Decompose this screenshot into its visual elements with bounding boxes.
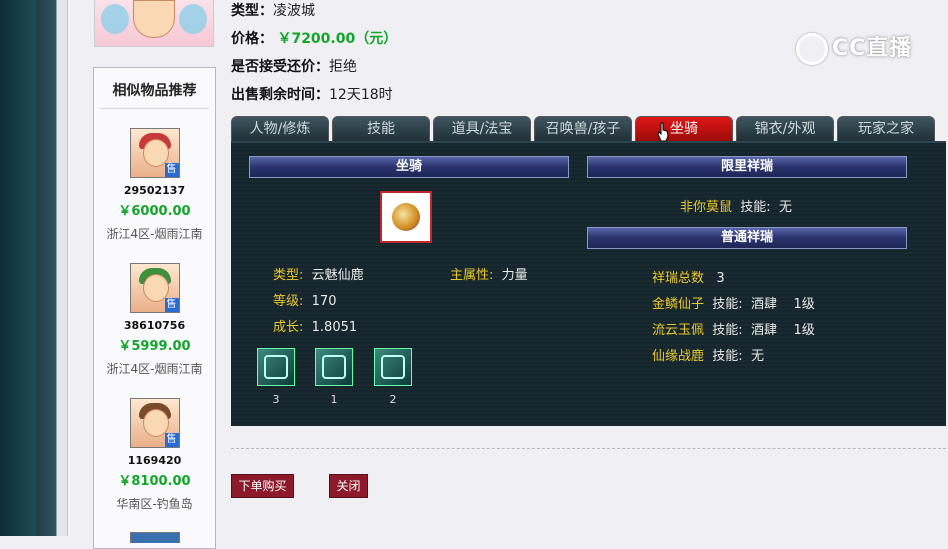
normal-item-name: 仙缘战鹿 (652, 349, 705, 364)
list-item[interactable]: 售 1169420 ￥8100.00 华南区-钓鱼岛 (94, 398, 215, 512)
item-thumbnail[interactable]: 售 (129, 128, 180, 178)
normal-item-name: 金鳞仙子 (652, 297, 705, 312)
normal-header: 普通祥瑞 (587, 227, 907, 249)
item-remaining-row: 出售剩余时间：12天18时 (231, 84, 393, 104)
limited-row: 非你莫鼠 技能: 无 (680, 196, 792, 215)
mount-panel: 坐骑 限里祥瑞 非你莫鼠 技能: 无 普通祥瑞 类型: 云魅仙鹿 主属性: 力量… (231, 141, 946, 426)
mount-skill-icon[interactable] (315, 348, 353, 386)
detail-tabs: 人物/修炼 技能 道具/法宝 召唤兽/孩子 坐骑 锦衣/外观 玩家之家 (231, 116, 937, 142)
item-price: ￥5999.00 (118, 339, 191, 354)
close-button[interactable]: 关闭 (329, 474, 368, 498)
tab-pets[interactable]: 召唤兽/孩子 (534, 116, 632, 141)
skill-level: 3 (272, 393, 280, 406)
item-thumbnail[interactable]: 售 (129, 263, 180, 313)
mount-portrait-icon[interactable] (380, 191, 432, 243)
normal-total-label: 祥瑞总数 (652, 271, 705, 286)
normal-item-row: 仙缘战鹿 技能: 无 (652, 345, 764, 364)
mount-growth-row: 成长: 1.8051 (273, 316, 357, 335)
normal-item-skill-label: 技能: (712, 297, 743, 312)
mount-skill-icon[interactable] (257, 348, 295, 386)
mount-attr-label: 主属性: (450, 268, 494, 283)
type-value: 凌波城 (273, 3, 315, 19)
buy-button[interactable]: 下单购买 (231, 474, 294, 498)
left-frame-inner (36, 0, 57, 536)
normal-item-level: 1级 (793, 323, 815, 338)
tab-mount[interactable]: 坐骑 (635, 116, 733, 141)
item-server: 华南区-钓鱼岛 (116, 497, 193, 511)
normal-item-skill: 酒肆 (750, 297, 777, 312)
item-thumbnail[interactable]: 售 (129, 398, 180, 448)
sale-badge: 售 (164, 163, 179, 177)
normal-item-row: 金鳞仙子 技能: 酒肆 1级 (652, 293, 815, 312)
similar-items-sidebar: 相似物品推荐 售 29502137 ￥6000.00 浙江4区-烟雨江南 售 3… (93, 67, 216, 549)
stream-watermark: CC直播 (796, 30, 912, 65)
skill-level: 1 (330, 393, 338, 406)
normal-item-row: 流云玉佩 技能: 酒肆 1级 (652, 319, 815, 338)
watermark-text: CC直播 (832, 36, 913, 61)
limited-header: 限里祥瑞 (587, 156, 907, 178)
mount-type-label: 类型: (273, 268, 304, 283)
item-id: 29502137 (123, 184, 186, 197)
item-id: 38610756 (123, 319, 186, 332)
mount-type-value: 云魅仙鹿 (311, 268, 364, 283)
sidebar-title: 相似物品推荐 (100, 68, 209, 109)
normal-item-skill: 酒肆 (750, 323, 777, 338)
sale-badge: 售 (164, 298, 179, 312)
item-type-row: 类型：凌波城 (231, 0, 315, 20)
mount-level-label: 等级: (273, 294, 304, 309)
section-divider (231, 448, 946, 449)
mount-type-row: 类型: 云魅仙鹿 (273, 264, 364, 283)
mount-header: 坐骑 (249, 156, 569, 178)
price-label: 价格： (231, 31, 273, 47)
mount-level-value: 170 (311, 294, 337, 309)
normal-item-level: 1级 (793, 297, 815, 312)
list-item[interactable]: 售 38610756 ￥5999.00 浙江4区-烟雨江南 (94, 263, 215, 377)
remaining-value: 12天18时 (329, 87, 393, 103)
item-price: ￥6000.00 (118, 204, 191, 219)
left-frame-gutter (57, 0, 68, 536)
item-server: 浙江4区-烟雨江南 (106, 362, 203, 376)
mount-attr-row: 主属性: 力量 (450, 264, 528, 283)
item-server: 浙江4区-烟雨江南 (106, 227, 203, 241)
limited-skill-value: 无 (778, 200, 792, 215)
mount-growth-value: 1.8051 (311, 320, 358, 335)
tab-items[interactable]: 道具/法宝 (433, 116, 531, 141)
tab-character[interactable]: 人物/修炼 (231, 116, 329, 141)
limited-skill-label: 技能: (740, 200, 771, 215)
tab-outfits[interactable]: 锦衣/外观 (736, 116, 834, 141)
item-price-row: 价格： ￥7200.00（元） (231, 28, 397, 48)
limited-name: 非你莫鼠 (680, 200, 733, 215)
bargain-value: 拒绝 (329, 59, 357, 75)
hand-cursor-icon (657, 122, 669, 142)
tab-skills[interactable]: 技能 (332, 116, 430, 141)
normal-item-skill-label: 技能: (712, 323, 743, 338)
mount-level-row: 等级: 170 (273, 290, 336, 309)
sale-badge: 售 (164, 433, 179, 447)
list-item[interactable]: 售 29502137 ￥6000.00 浙江4区-烟雨江南 (94, 128, 215, 242)
item-id: 1169420 (127, 454, 182, 467)
type-label: 类型： (231, 3, 273, 19)
list-item-partial[interactable] (130, 532, 180, 543)
remaining-label: 出售剩余时间： (231, 87, 329, 103)
left-frame (0, 0, 36, 536)
mount-skill-icon[interactable] (374, 348, 412, 386)
mount-attr-value: 力量 (501, 268, 528, 283)
price-value: ￥7200.00（元） (277, 31, 398, 47)
mount-growth-label: 成长: (273, 320, 304, 335)
tab-player-home[interactable]: 玩家之家 (837, 116, 935, 141)
normal-item-skill-label: 技能: (712, 349, 743, 364)
normal-item-skill: 无 (750, 349, 764, 364)
normal-item-name: 流云玉佩 (652, 323, 705, 338)
item-price: ￥8100.00 (118, 474, 191, 489)
normal-total-value: 3 (716, 271, 725, 286)
normal-total-row: 祥瑞总数 3 (652, 267, 725, 286)
bargain-label: 是否接受还价： (231, 59, 329, 75)
cc-logo-icon (796, 33, 828, 65)
skill-level: 2 (389, 393, 397, 406)
item-bargain-row: 是否接受还价：拒绝 (231, 56, 357, 76)
seller-avatar (94, 0, 214, 47)
